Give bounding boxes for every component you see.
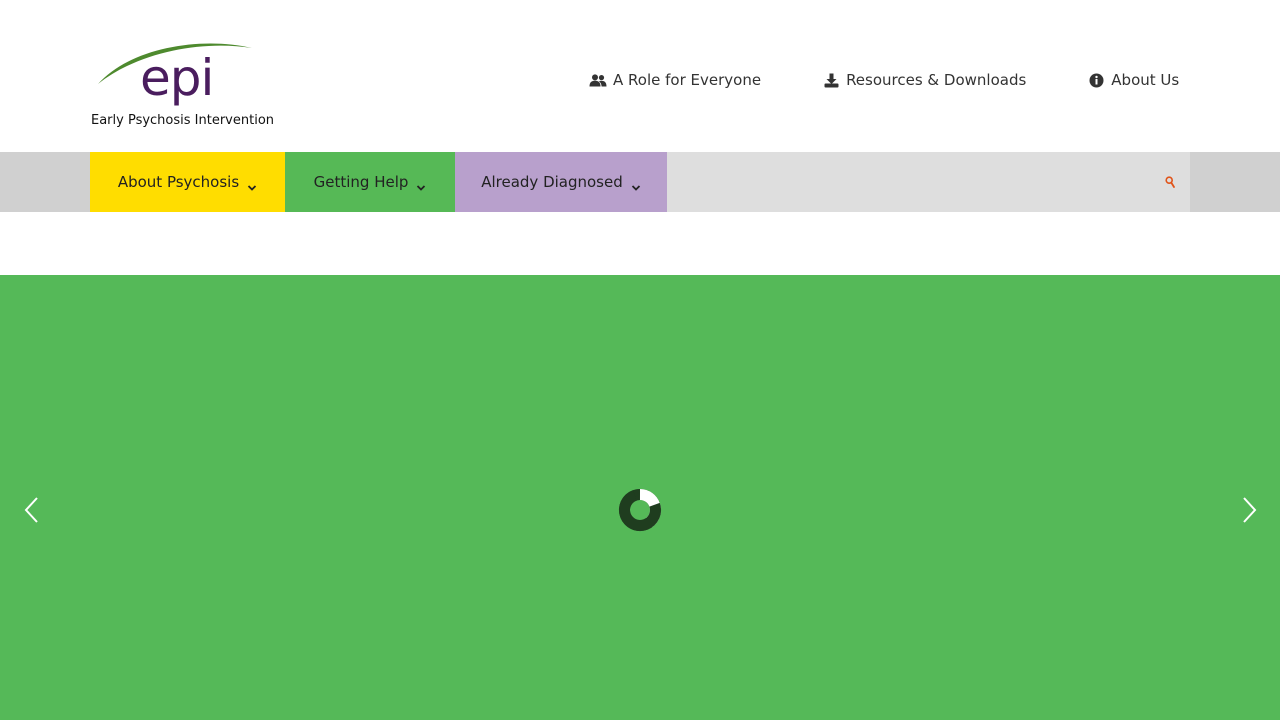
chevron-down-icon xyxy=(416,178,426,191)
logo-wordmark: epi xyxy=(140,49,214,107)
resources-downloads-link[interactable]: Resources & Downloads xyxy=(821,71,1026,89)
info-icon xyxy=(1086,72,1106,88)
about-us-link[interactable]: About Us xyxy=(1086,71,1179,89)
nav-already-diagnosed-label: Already Diagnosed xyxy=(481,173,623,191)
hero-slider xyxy=(0,275,1280,720)
search-icon[interactable] xyxy=(1162,172,1178,192)
nav-already-diagnosed[interactable]: Already Diagnosed xyxy=(455,152,667,212)
about-us-label: About Us xyxy=(1111,71,1180,89)
main-nav: About Psychosis Getting Help Already Dia… xyxy=(0,152,1280,212)
role-for-everyone-link[interactable]: A Role for Everyone xyxy=(588,71,761,89)
site-logo[interactable]: epi Early Psychosis Intervention xyxy=(90,38,274,133)
nav-getting-help-label: Getting Help xyxy=(313,173,409,191)
chevron-down-icon xyxy=(247,178,257,191)
loading-spinner-icon xyxy=(618,488,662,532)
chevron-right-icon[interactable] xyxy=(1237,495,1261,525)
chevron-down-icon xyxy=(631,178,641,191)
nav-getting-help[interactable]: Getting Help xyxy=(285,152,455,212)
main-nav-inner: About Psychosis Getting Help Already Dia… xyxy=(90,152,1190,212)
nav-about-psychosis-label: About Psychosis xyxy=(117,173,240,191)
download-icon xyxy=(821,72,841,88)
chevron-left-icon[interactable] xyxy=(20,495,44,525)
logo-tagline: Early Psychosis Intervention xyxy=(91,113,275,128)
nav-about-psychosis[interactable]: About Psychosis xyxy=(90,152,285,212)
site-header: epi Early Psychosis Intervention A Role … xyxy=(0,0,1280,152)
utility-nav: A Role for Everyone Resources & Download… xyxy=(588,68,1179,92)
resources-downloads-label: Resources & Downloads xyxy=(846,71,1027,89)
users-icon xyxy=(588,72,608,88)
role-for-everyone-label: A Role for Everyone xyxy=(613,71,762,89)
